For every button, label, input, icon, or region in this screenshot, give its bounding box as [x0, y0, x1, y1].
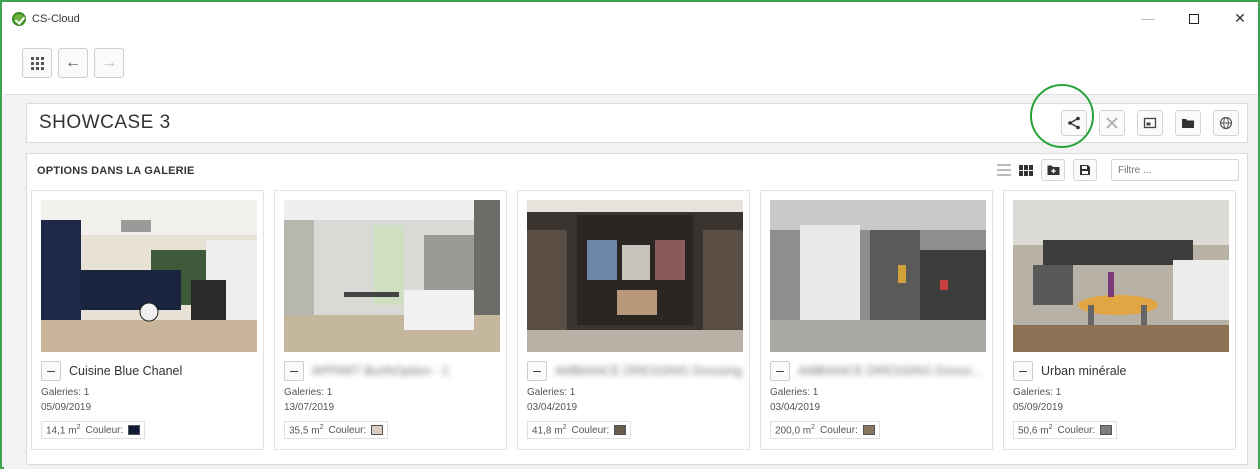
card-date: 05/09/2019	[1013, 402, 1064, 413]
title-bar: CS-Cloud — ✕	[2, 2, 1258, 36]
gallery-header: OPTIONS DANS LA GALERIE	[27, 154, 1247, 188]
card-size-color: 41,8 m2 Couleur:	[527, 421, 632, 439]
gallery-card[interactable]: – APPART BurthOption - 1 Galeries: 1 13/…	[274, 190, 507, 450]
card-date: 05/09/2019	[41, 402, 92, 413]
card-date: 03/04/2019	[527, 402, 578, 413]
card-area: 200,0 m2	[775, 423, 816, 437]
card-title-row: – AMBIANCE DRESSING Dressi...	[770, 361, 981, 381]
tools-button[interactable]	[1099, 110, 1125, 136]
gallery-panel: OPTIONS DANS LA GALERIE Filtre ... – Cui…	[26, 153, 1248, 465]
card-name[interactable]: Urban minérale	[1041, 364, 1126, 378]
card-area: 41,8 m2	[532, 423, 567, 437]
card-thumbnail[interactable]	[284, 200, 500, 352]
color-swatch	[128, 425, 141, 435]
folder-add-icon	[1047, 165, 1059, 175]
color-label: Couleur:	[1057, 424, 1096, 436]
color-label: Couleur:	[820, 424, 858, 436]
apps-grid-icon	[30, 56, 44, 70]
color-label: Couleur:	[328, 424, 367, 436]
card-galleries: Galeries: 1	[770, 387, 819, 398]
card-name[interactable]: Cuisine Blue Chanel	[69, 364, 182, 378]
grid-view-icon[interactable]	[1019, 164, 1033, 176]
card-galleries: Galeries: 1	[1013, 387, 1062, 398]
card-size-color: 200,0 m2 Couleur:	[770, 421, 880, 439]
save-button[interactable]	[1073, 159, 1097, 181]
gallery-card[interactable]: – Urban minérale Galeries: 1 05/09/2019 …	[1003, 190, 1236, 450]
gallery-card[interactable]: – Cuisine Blue Chanel Galeries: 1 05/09/…	[31, 190, 264, 450]
add-to-folder-button[interactable]	[1041, 159, 1065, 181]
card-area: 14,1 m2	[46, 423, 81, 437]
maximize-icon	[1189, 14, 1199, 25]
card-thumbnail[interactable]	[770, 200, 986, 352]
filter-input[interactable]	[1111, 159, 1239, 181]
remove-button[interactable]: –	[41, 361, 61, 381]
remove-button[interactable]: –	[527, 361, 547, 381]
card-title-row: – AMBIANCE DRESSING Dressing	[527, 361, 742, 381]
card-title-row: – Cuisine Blue Chanel	[41, 361, 182, 381]
window-controls: — ✕	[1140, 10, 1248, 26]
list-view-icon[interactable]	[997, 164, 1011, 176]
card-thumbnail[interactable]	[1013, 200, 1229, 352]
card-title-row: – APPART BurthOption - 1	[284, 361, 449, 381]
color-label: Couleur:	[571, 424, 610, 436]
folder-icon	[1182, 119, 1194, 128]
window-icon	[1143, 117, 1157, 129]
main-content: SHOWCASE 3 OPTIONS DANS LA GALERIE Filtr…	[4, 94, 1258, 469]
cs-cloud-logo-icon	[12, 12, 26, 26]
color-label: Couleur:	[85, 424, 124, 436]
card-galleries: Galeries: 1	[41, 387, 90, 398]
globe-button[interactable]	[1213, 110, 1239, 136]
card-date: 13/07/2019	[284, 402, 335, 413]
arrow-left-icon: ←	[65, 54, 81, 71]
folder-button[interactable]	[1175, 110, 1201, 136]
card-name[interactable]: AMBIANCE DRESSING Dressi...	[798, 364, 981, 378]
card-thumbnail[interactable]	[527, 200, 743, 352]
remove-button[interactable]: –	[1013, 361, 1033, 381]
back-button[interactable]: ←	[58, 48, 88, 78]
gallery-card[interactable]: – AMBIANCE DRESSING Dressi... Galeries: …	[760, 190, 993, 450]
card-thumbnail[interactable]	[41, 200, 257, 352]
apps-menu-button[interactable]	[22, 48, 52, 78]
maximize-button[interactable]	[1186, 10, 1202, 26]
card-size-color: 14,1 m2 Couleur:	[41, 421, 146, 439]
save-icon	[1080, 165, 1090, 175]
card-name[interactable]: AMBIANCE DRESSING Dressing	[555, 364, 742, 378]
remove-button[interactable]: –	[770, 361, 790, 381]
globe-icon	[1219, 116, 1233, 130]
card-size-color: 50,6 m2 Couleur:	[1013, 421, 1118, 439]
gallery-tools	[997, 159, 1239, 181]
card-title-row: – Urban minérale	[1013, 361, 1126, 381]
gallery-card[interactable]: – AMBIANCE DRESSING Dressing Galeries: 1…	[517, 190, 750, 450]
card-galleries: Galeries: 1	[284, 387, 333, 398]
card-size-color: 35,5 m2 Couleur:	[284, 421, 389, 439]
share-highlight-annotation	[1030, 84, 1094, 148]
card-area: 35,5 m2	[289, 423, 324, 437]
gallery-cards: – Cuisine Blue Chanel Galeries: 1 05/09/…	[31, 190, 1236, 450]
page-title: SHOWCASE 3	[39, 112, 171, 133]
color-swatch	[614, 425, 627, 435]
close-button[interactable]: ✕	[1232, 10, 1248, 26]
card-area: 50,6 m2	[1018, 423, 1053, 437]
card-name[interactable]: APPART BurthOption - 1	[312, 364, 449, 378]
minimize-button[interactable]: —	[1140, 10, 1156, 26]
color-swatch	[862, 425, 875, 435]
card-galleries: Galeries: 1	[527, 387, 576, 398]
remove-button[interactable]: –	[284, 361, 304, 381]
color-swatch	[1100, 425, 1113, 435]
gallery-title: OPTIONS DANS LA GALERIE	[37, 165, 195, 177]
window-view-button[interactable]	[1137, 110, 1163, 136]
card-date: 03/04/2019	[770, 402, 821, 413]
window-title: CS-Cloud	[32, 13, 80, 25]
forward-button[interactable]: →	[94, 48, 124, 78]
app-window: CS-Cloud — ✕ ← → SHOWCASE 3 OPTIONS DANS…	[0, 0, 1260, 469]
color-swatch	[371, 425, 384, 435]
arrow-right-icon: →	[101, 54, 117, 71]
tools-icon	[1106, 117, 1118, 129]
